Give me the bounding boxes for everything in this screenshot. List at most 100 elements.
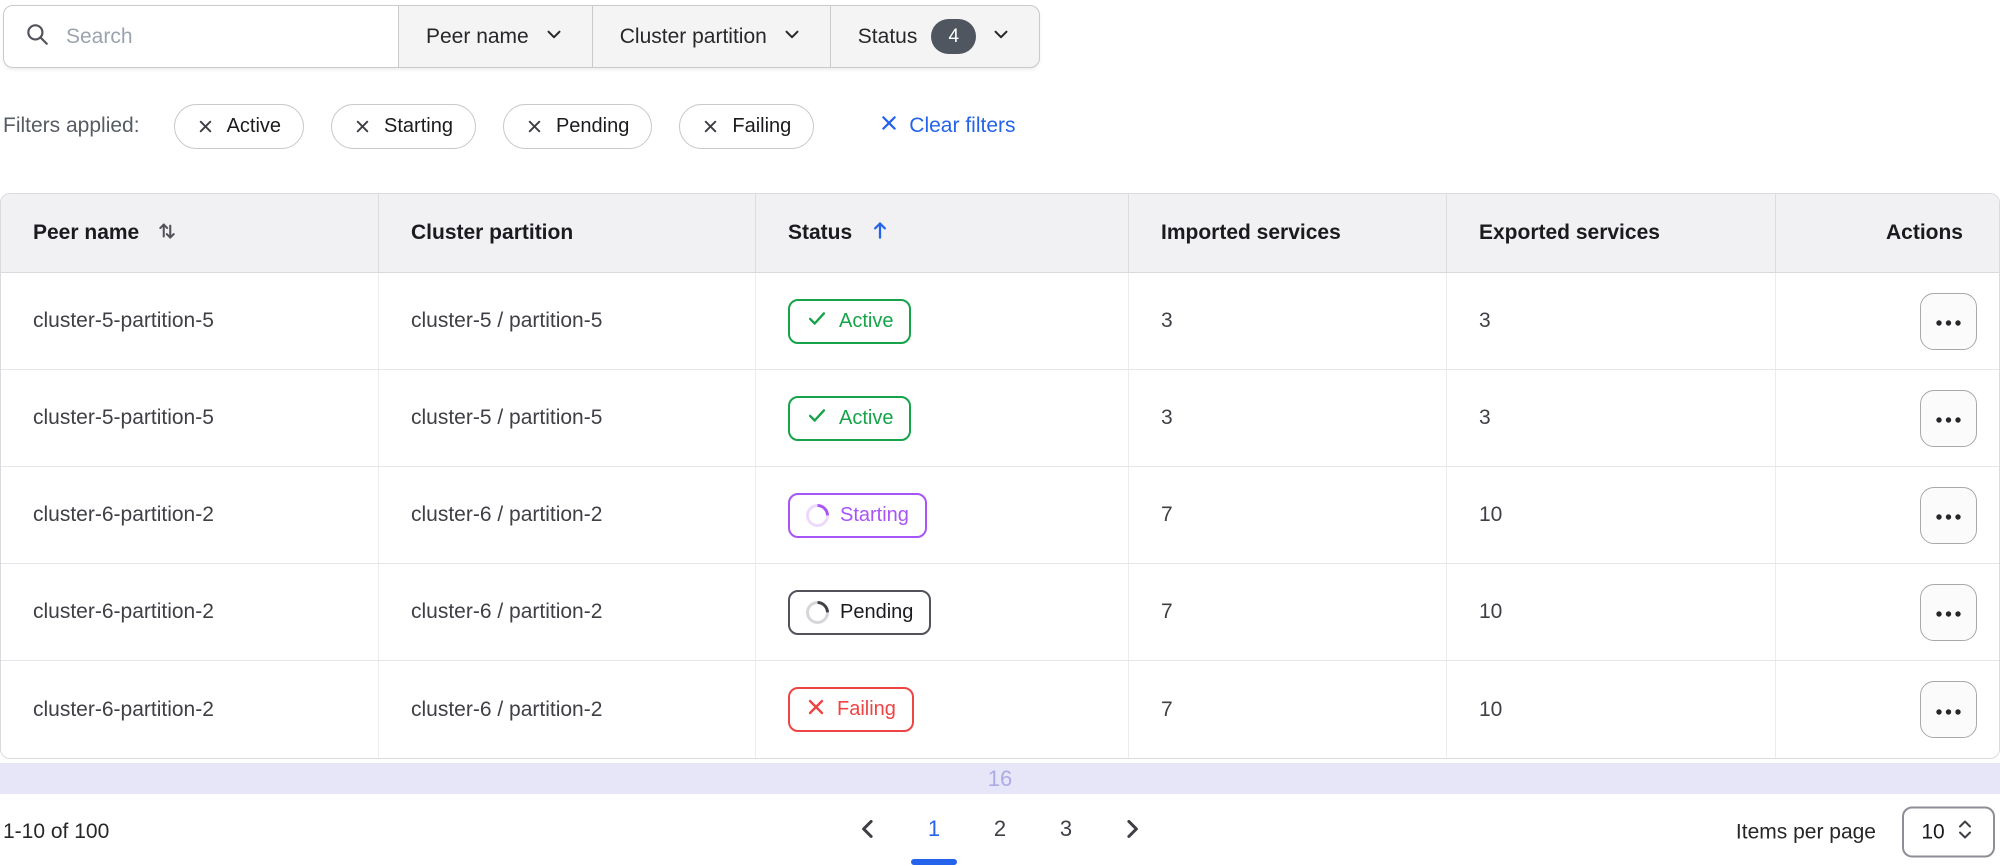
imported-services-cell: 3: [1129, 273, 1447, 369]
row-actions-button[interactable]: [1920, 486, 1977, 544]
imported-services-cell: 7: [1129, 467, 1447, 563]
status-label: Active: [839, 309, 894, 332]
x-icon: [806, 697, 826, 723]
ellipsis-icon: [1935, 309, 1962, 333]
filter-chip-label: Active: [226, 114, 282, 137]
filter-toolbar: Peer name Cluster partition Status 4: [3, 5, 1041, 68]
status-label: Failing: [837, 698, 896, 720]
filter-chip-active[interactable]: Active: [173, 103, 305, 149]
row-actions-button[interactable]: [1920, 389, 1977, 447]
filter-chip-label: Pending: [555, 114, 630, 137]
check-icon: [806, 404, 828, 432]
peer-name-filter-dropdown[interactable]: Peer name: [399, 6, 593, 67]
column-header-label: Exported services: [1479, 221, 1660, 244]
ellipsis-icon: [1935, 406, 1962, 430]
peer-name-cell: cluster-6-partition-2: [1, 661, 379, 758]
peer-name-filter-label: Peer name: [426, 24, 529, 48]
filter-chips: Active Starting Pending Failing: [173, 103, 815, 149]
imported-services-cell: 7: [1129, 661, 1447, 758]
column-header-imported-services[interactable]: Imported services: [1129, 194, 1447, 272]
remove-filter-icon[interactable]: [702, 118, 719, 135]
row-actions-button[interactable]: [1920, 681, 1977, 738]
column-header-peer-name[interactable]: Peer name: [1, 194, 379, 272]
exported-services-cell: 10: [1447, 564, 1776, 660]
remove-filter-icon[interactable]: [197, 118, 214, 135]
pagination-range-label: 1-10 of 100: [3, 820, 110, 843]
column-header-cluster-partition[interactable]: Cluster partition: [379, 194, 756, 272]
cluster-partition-cell: cluster-6 / partition-2: [379, 564, 756, 660]
status-label: Pending: [840, 600, 914, 623]
status-cell: Starting: [756, 467, 1129, 563]
items-per-page: Items per page 10: [1736, 806, 1995, 858]
peer-name-cell: cluster-5-partition-5: [1, 370, 379, 466]
cluster-partition-cell: cluster-5 / partition-5: [379, 370, 756, 466]
status-badge-active: Active: [788, 298, 912, 344]
actions-cell: [1776, 661, 1999, 758]
cluster-partition-cell: cluster-6 / partition-2: [379, 661, 756, 758]
column-header-label: Imported services: [1161, 221, 1341, 244]
status-filter-count-badge: 4: [931, 19, 977, 54]
peer-name-cell: cluster-6-partition-2: [1, 467, 379, 563]
chevron-down-icon: [781, 23, 803, 51]
exported-services-cell: 10: [1447, 661, 1776, 758]
filters-applied-label: Filters applied:: [3, 114, 140, 137]
ellipsis-icon: [1935, 600, 1962, 624]
filter-chip-starting[interactable]: Starting: [331, 103, 476, 149]
table-row: cluster-6-partition-2 cluster-6 / partit…: [1, 564, 1999, 661]
search-icon: [24, 21, 50, 52]
column-header-status[interactable]: Status: [756, 194, 1129, 272]
exported-services-cell: 10: [1447, 467, 1776, 563]
search-field[interactable]: [4, 6, 399, 67]
status-cell: Failing: [756, 661, 1129, 758]
column-header-label: Cluster partition: [411, 221, 574, 244]
peers-table-page: Peer name Cluster partition Status 4: [0, 0, 2000, 864]
spinner-icon: [801, 595, 834, 629]
sort-updown-icon[interactable]: [154, 217, 180, 249]
table-row: cluster-6-partition-2 cluster-6 / partit…: [1, 661, 1999, 758]
row-actions-button[interactable]: [1920, 583, 1977, 641]
partial-next-row: 16: [0, 763, 2000, 794]
table-row: cluster-6-partition-2 cluster-6 / partit…: [1, 467, 1999, 564]
page-button-3[interactable]: 3: [1051, 810, 1081, 848]
sort-ascending-icon[interactable]: [867, 217, 893, 249]
column-header-actions: Actions: [1776, 194, 1999, 272]
status-badge-active: Active: [788, 395, 912, 441]
peer-name-cell: cluster-5-partition-5: [1, 273, 379, 369]
table-row: cluster-5-partition-5 cluster-5 / partit…: [1, 370, 1999, 467]
next-page-button[interactable]: [1117, 814, 1147, 844]
filter-chip-label: Failing: [732, 114, 792, 137]
previous-page-button[interactable]: [853, 814, 883, 844]
applied-filters-row: Filters applied: Active Starting Pending: [3, 103, 1016, 149]
page-size-select[interactable]: 10: [1902, 806, 1995, 858]
page-size-value: 10: [1921, 820, 1945, 843]
status-badge-starting: Starting: [788, 492, 927, 538]
status-filter-dropdown[interactable]: Status 4: [831, 6, 1040, 67]
filter-chip-pending[interactable]: Pending: [502, 103, 653, 149]
cluster-partition-filter-dropdown[interactable]: Cluster partition: [593, 6, 831, 67]
clear-filters-button[interactable]: Clear filters: [880, 114, 1016, 138]
cluster-partition-filter-label: Cluster partition: [619, 24, 767, 48]
chevron-down-icon: [990, 23, 1012, 51]
status-cell: Active: [756, 273, 1129, 369]
remove-filter-icon[interactable]: [526, 118, 543, 135]
cluster-partition-cell: cluster-5 / partition-5: [379, 273, 756, 369]
peer-name-cell: cluster-6-partition-2: [1, 564, 379, 660]
status-cell: Active: [756, 370, 1129, 466]
page-button-2[interactable]: 2: [985, 810, 1015, 848]
row-actions-button[interactable]: [1920, 292, 1977, 350]
column-header-label: Peer name: [33, 221, 140, 244]
imported-services-cell: 7: [1129, 564, 1447, 660]
filter-chip-failing[interactable]: Failing: [679, 103, 815, 149]
status-cell: Pending: [756, 564, 1129, 660]
page-button-1[interactable]: 1: [919, 810, 949, 848]
search-input[interactable]: [66, 24, 378, 49]
spinner-icon: [801, 498, 834, 532]
pager: 1 2 3: [853, 810, 1147, 848]
ellipsis-icon: [1935, 698, 1962, 722]
pagination-bar: 1-10 of 100 1 2 3 Items per page 10: [0, 800, 2000, 864]
actions-cell: [1776, 564, 1999, 660]
status-filter-label: Status: [857, 24, 918, 48]
remove-filter-icon[interactable]: [354, 118, 371, 135]
status-label: Starting: [840, 503, 909, 526]
column-header-exported-services[interactable]: Exported services: [1447, 194, 1776, 272]
